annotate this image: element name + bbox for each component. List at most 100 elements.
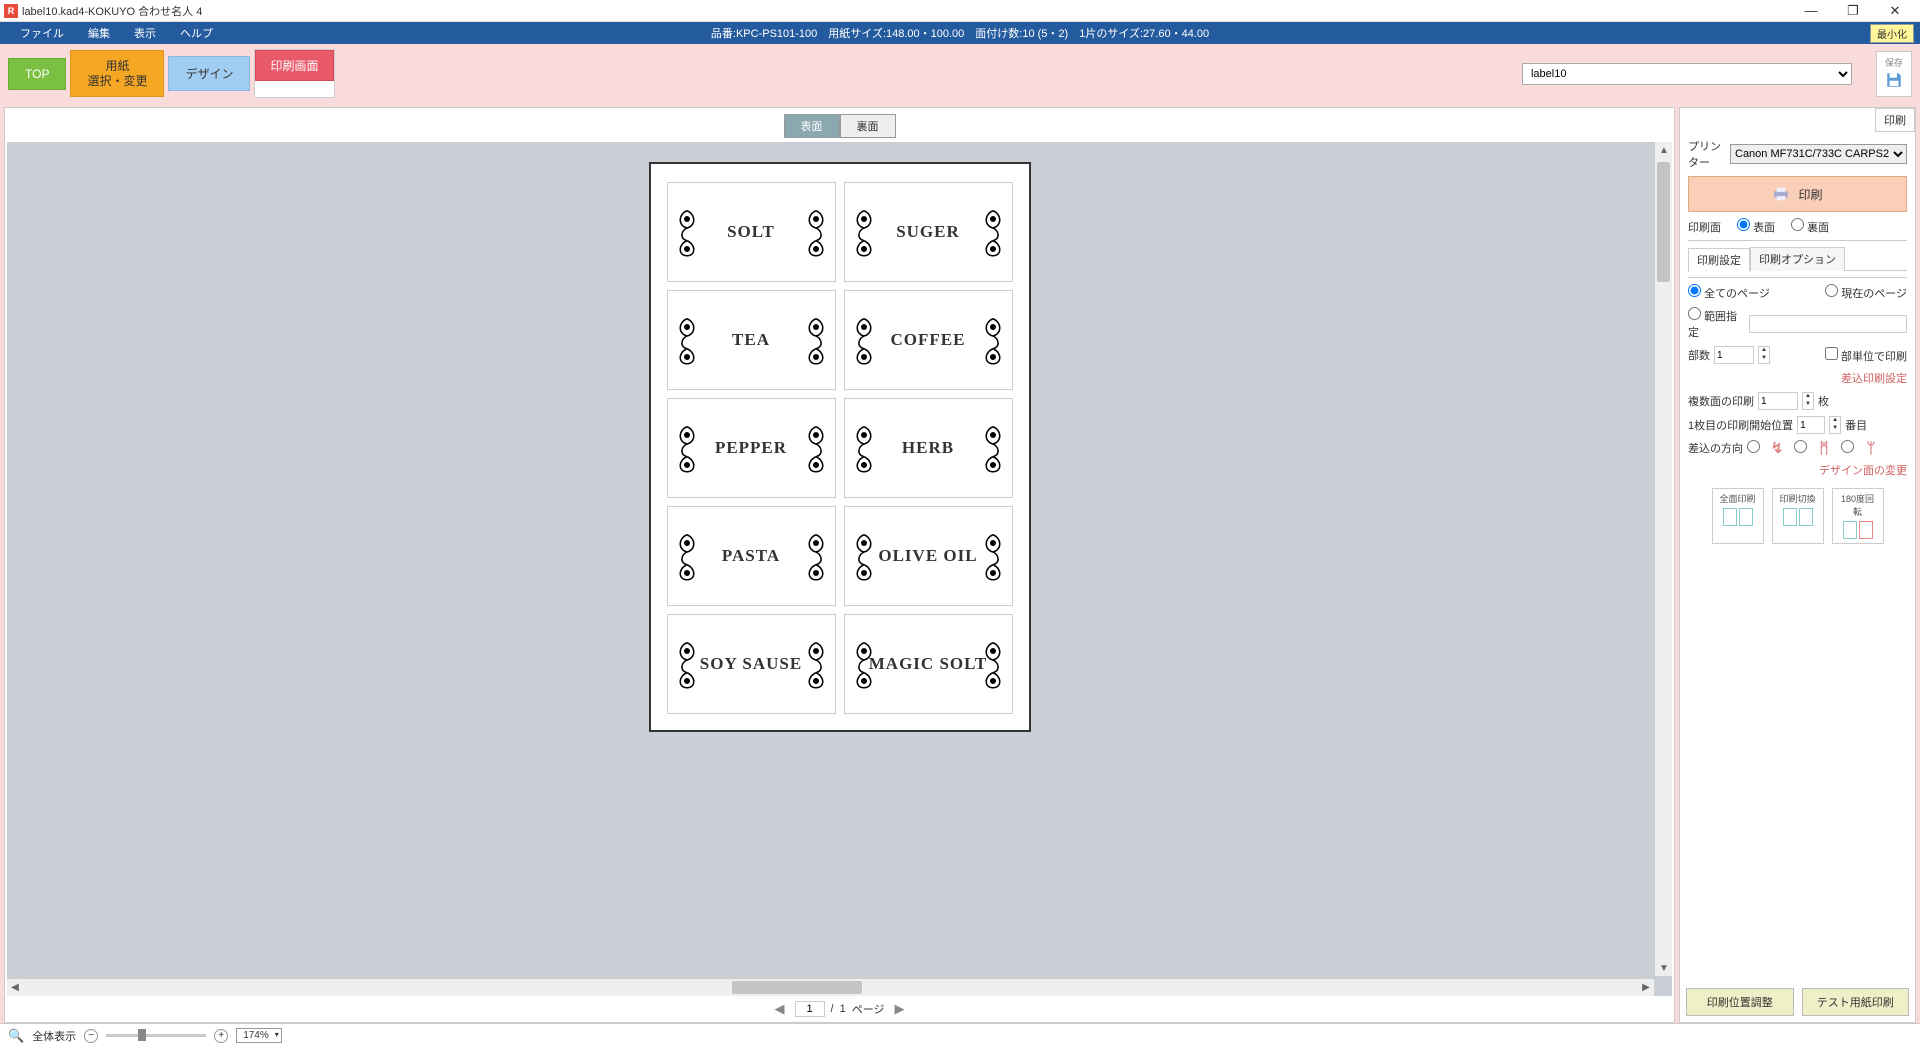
label-cell[interactable]: PASTA: [667, 506, 836, 606]
zoom-dropdown[interactable]: 174%: [236, 1028, 282, 1043]
fit-label[interactable]: 全体表示: [32, 1028, 76, 1044]
radio-current-page[interactable]: 現在のページ: [1825, 284, 1907, 301]
zoom-in-button[interactable]: +: [214, 1029, 228, 1043]
magnifier-icon: 🔍: [8, 1028, 24, 1044]
maximize-button[interactable]: ❐: [1832, 0, 1874, 22]
label-cell[interactable]: TEA: [667, 290, 836, 390]
start-spinner[interactable]: ▲▼: [1829, 416, 1841, 434]
canvas-tab-back[interactable]: 裏面: [840, 114, 896, 138]
ornament-left-icon: [849, 639, 879, 689]
scroll-thumb-h[interactable]: [732, 981, 862, 994]
pager-prev-button[interactable]: ◀: [771, 1001, 789, 1017]
vertical-scrollbar[interactable]: ▲ ▼: [1654, 142, 1672, 976]
multi-spinner[interactable]: ▲▼: [1802, 392, 1814, 410]
label-cell[interactable]: HERB: [844, 398, 1013, 498]
page-sheet: SOLT SUGER TEA COFFEEPEPPER HERB PASTA OLIVE O…: [649, 162, 1031, 732]
radio-direction-z[interactable]: [1747, 440, 1760, 456]
label-text: PASTA: [722, 546, 780, 566]
filename-select[interactable]: label10: [1522, 63, 1852, 85]
canvas-viewport[interactable]: SOLT SUGER TEA COFFEEPEPPER HERB PASTA OLIVE O…: [7, 142, 1672, 996]
pager-current-input[interactable]: [795, 1001, 825, 1017]
minimize-button[interactable]: —: [1790, 0, 1832, 22]
pager-total: 1: [840, 1003, 846, 1015]
menu-edit[interactable]: 編集: [76, 25, 122, 41]
copies-label: 部数: [1688, 347, 1710, 363]
ornament-left-icon: [849, 207, 879, 257]
radio-direction-m[interactable]: [1794, 440, 1807, 456]
merge-print-settings-link[interactable]: 差込印刷設定: [1688, 370, 1907, 386]
label-text: TEA: [732, 330, 770, 350]
label-cell[interactable]: SOY SAUSE: [667, 614, 836, 714]
label-text: SUGER: [896, 222, 960, 242]
workspace: 表面 裏面 SOLT SUGER TEA COFFEEPEPPER HERB PASTA O…: [0, 103, 1920, 1023]
save-button[interactable]: 保存: [1876, 51, 1912, 97]
option-full-print[interactable]: 全面印刷: [1712, 488, 1764, 544]
print-button[interactable]: 印刷: [1688, 176, 1907, 212]
zoom-slider-thumb[interactable]: [138, 1029, 146, 1041]
horizontal-scrollbar[interactable]: ◀ ▶: [7, 978, 1654, 996]
close-button[interactable]: ✕: [1874, 0, 1916, 22]
ornament-left-icon: [672, 639, 702, 689]
change-design-face-link[interactable]: デザイン面の変更: [1688, 462, 1907, 478]
scroll-left-icon[interactable]: ◀: [7, 980, 23, 996]
subtab-print-options[interactable]: 印刷オプション: [1750, 247, 1845, 271]
printer-select[interactable]: Canon MF731C/733C CARPS2: [1730, 144, 1907, 164]
canvas-tab-front[interactable]: 表面: [784, 114, 840, 138]
menu-help[interactable]: ヘルプ: [168, 25, 225, 41]
start-pos-input[interactable]: [1797, 416, 1825, 434]
label-cell[interactable]: COFFEE: [844, 290, 1013, 390]
multi-face-input[interactable]: [1758, 392, 1798, 410]
tab-design[interactable]: デザイン: [168, 56, 250, 91]
print-position-adjust-button[interactable]: 印刷位置調整: [1686, 988, 1794, 1016]
test-paper-print-button[interactable]: テスト用紙印刷: [1802, 988, 1910, 1016]
ornament-right-icon: [978, 639, 1008, 689]
range-input[interactable]: [1749, 315, 1907, 333]
pager-next-button[interactable]: ▶: [890, 1001, 908, 1017]
tab-print-screen[interactable]: 印刷画面: [255, 50, 333, 81]
scroll-up-icon[interactable]: ▲: [1656, 142, 1672, 158]
printer-label: プリンター: [1688, 138, 1726, 170]
copies-input[interactable]: [1714, 346, 1754, 364]
label-cell[interactable]: PEPPER: [667, 398, 836, 498]
zoom-slider[interactable]: [106, 1034, 206, 1037]
ornament-left-icon: [672, 207, 702, 257]
scroll-thumb-v[interactable]: [1657, 162, 1670, 282]
ornament-left-icon: [672, 315, 702, 365]
ornament-left-icon: [849, 315, 879, 365]
copies-spinner[interactable]: ▲▼: [1758, 346, 1770, 364]
label-text: MAGIC SOLT: [869, 654, 987, 674]
label-cell[interactable]: SUGER: [844, 182, 1013, 282]
zoom-out-button[interactable]: −: [84, 1029, 98, 1043]
option-rotate-180[interactable]: 180度回転: [1832, 488, 1884, 544]
radio-range-pages[interactable]: 範囲指定: [1688, 307, 1745, 340]
label-cell[interactable]: MAGIC SOLT: [844, 614, 1013, 714]
menu-file[interactable]: ファイル: [8, 25, 76, 41]
subtab-print-settings[interactable]: 印刷設定: [1688, 248, 1750, 272]
label-cell[interactable]: OLIVE OIL: [844, 506, 1013, 606]
option-print-switch[interactable]: 印刷切換: [1772, 488, 1824, 544]
checkbox-per-set[interactable]: 部単位で印刷: [1825, 347, 1907, 364]
ornament-left-icon: [672, 531, 702, 581]
ornament-right-icon: [978, 207, 1008, 257]
radio-face-back[interactable]: 裏面: [1791, 218, 1829, 235]
label-cell[interactable]: SOLT: [667, 182, 836, 282]
statusbar: 🔍 全体表示 − + 174%: [0, 1023, 1920, 1047]
sidebar-tab-print[interactable]: 印刷: [1875, 108, 1915, 132]
tab-top[interactable]: TOP: [8, 58, 66, 90]
main-tabstrip: TOP 用紙 選択・変更 デザイン 印刷画面 label10 保存: [0, 44, 1920, 103]
menu-view[interactable]: 表示: [122, 25, 168, 41]
minimize-badge[interactable]: 最小化: [1870, 24, 1914, 43]
radio-direction-n[interactable]: [1841, 440, 1854, 456]
scroll-right-icon[interactable]: ▶: [1638, 980, 1654, 996]
full-print-icon: [1722, 507, 1754, 527]
printer-icon: [1772, 187, 1790, 201]
radio-all-pages[interactable]: 全てのページ: [1688, 284, 1770, 301]
label-text: SOY SAUSE: [700, 654, 802, 674]
ornament-right-icon: [801, 315, 831, 365]
label-text: HERB: [902, 438, 954, 458]
rotate-icon: [1842, 520, 1874, 540]
direction-z-icon: ↯: [1764, 440, 1790, 456]
scroll-down-icon[interactable]: ▼: [1656, 960, 1672, 976]
tab-paper-select[interactable]: 用紙 選択・変更: [70, 50, 164, 97]
radio-face-front[interactable]: 表面: [1737, 218, 1775, 235]
